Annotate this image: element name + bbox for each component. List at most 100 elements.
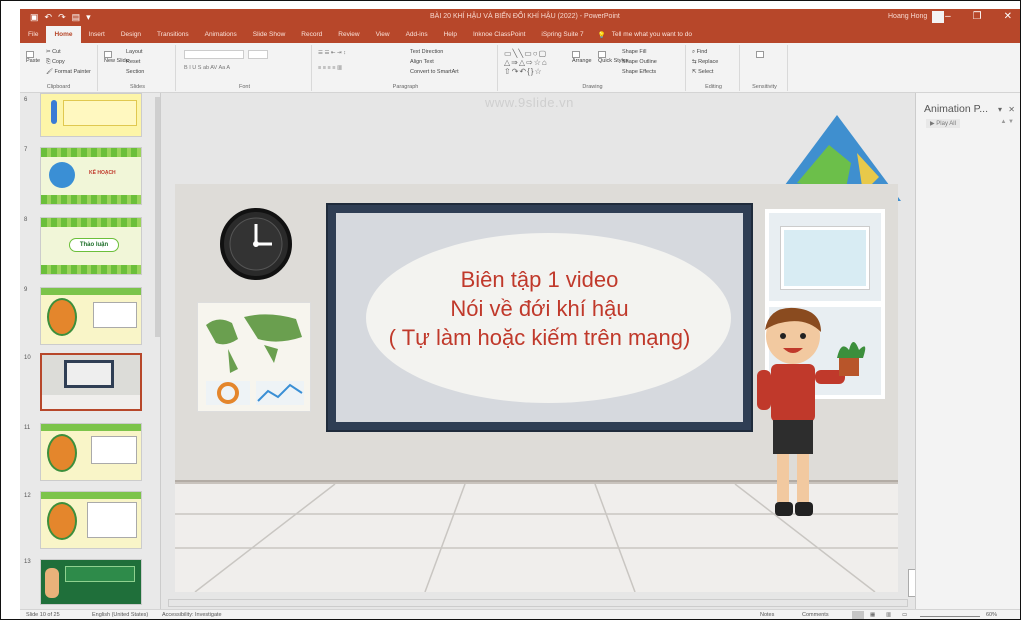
tab-transitions[interactable]: Transitions: [149, 26, 197, 43]
font-size-combo[interactable]: [248, 50, 268, 59]
accessibility-indicator[interactable]: Accessibility: Investigate: [162, 612, 222, 618]
restore-button[interactable]: ❐: [973, 11, 982, 22]
language-indicator[interactable]: English (United States): [92, 612, 148, 618]
slide-thumbnail-11[interactable]: [40, 423, 142, 481]
thumb-number: 6: [24, 97, 28, 103]
thumb-textbox: [93, 302, 137, 328]
pane-options-icon[interactable]: ▾: [998, 105, 1002, 114]
thumb-caption: Thảo luận: [69, 238, 119, 252]
close-button[interactable]: ✕: [1004, 11, 1012, 22]
find-button[interactable]: ⌕ Find: [692, 49, 707, 56]
slide-textbox[interactable]: Biên tập 1 video Nói về đới khí hậu ( Tự…: [336, 265, 743, 352]
arrange-button[interactable]: Arrange: [572, 51, 592, 64]
slideshow-view-icon[interactable]: ▭: [902, 612, 907, 618]
select-button[interactable]: ⇱ Select: [692, 69, 713, 75]
format-painter-button[interactable]: 🖌 Format Painter: [46, 69, 91, 75]
slide-thumbnails-pane[interactable]: 6 7 KẾ HOẠCH 8 Thảo luận 9 10 11 12 13: [20, 93, 161, 609]
thumb-leaves: [41, 148, 141, 157]
slide-thumbnail-9[interactable]: [40, 287, 142, 345]
tab-review[interactable]: Review: [330, 26, 367, 43]
save-icon[interactable]: ▣: [30, 12, 39, 23]
thumb-globe-diagram: [47, 434, 77, 472]
tab-help[interactable]: Help: [436, 26, 465, 43]
avatar[interactable]: [932, 11, 944, 23]
arrange-icon: [572, 51, 580, 58]
layout-button[interactable]: Layout: [126, 49, 143, 55]
slide-thumbnail-7[interactable]: KẾ HOẠCH: [40, 147, 142, 205]
sensitivity-icon: [756, 51, 764, 58]
tab-animations[interactable]: Animations: [197, 26, 245, 43]
section-button[interactable]: Section: [126, 69, 144, 75]
copy-button[interactable]: ⎘ Copy: [46, 59, 65, 66]
tab-record[interactable]: Record: [293, 26, 330, 43]
group-label-editing: Editing: [705, 84, 722, 90]
font-format-buttons[interactable]: B I U S ab AV Aa A: [184, 65, 230, 71]
thumb-character: [45, 568, 59, 598]
tab-design[interactable]: Design: [113, 26, 149, 43]
tab-ispring[interactable]: iSpring Suite 7: [533, 26, 591, 43]
cut-button[interactable]: ✂ Cut: [46, 49, 61, 55]
clock-icon: [229, 217, 283, 271]
thumb-character: [51, 100, 57, 124]
shape-fill-button[interactable]: Shape Fill: [622, 49, 646, 55]
customize-icon[interactable]: ▾: [86, 12, 91, 23]
horizontal-scrollbar[interactable]: [168, 599, 908, 607]
slide-thumbnail-6[interactable]: [40, 93, 142, 137]
group-label-sensitivity: Sensitivity: [752, 84, 777, 90]
reorder-arrows[interactable]: ▲ ▼: [1000, 119, 1014, 125]
tab-add-ins[interactable]: Add-ins: [398, 26, 436, 43]
thumb-grass: [41, 195, 141, 204]
quick-access-toolbar: ▣ ↶ ↷ ▤ ▾: [30, 12, 91, 23]
tab-home[interactable]: Home: [46, 26, 81, 43]
align-text-button[interactable]: Align Text: [410, 59, 434, 65]
slide-thumbnail-10[interactable]: [40, 353, 142, 411]
text-direction-button[interactable]: Text Direction: [410, 49, 443, 55]
font-name-combo[interactable]: [184, 50, 244, 59]
zoom-slider[interactable]: [920, 616, 980, 617]
thumb-floor: [42, 395, 140, 409]
thumb-number: 8: [24, 217, 28, 223]
list-buttons[interactable]: ☰ ☰ ⇤ ⇥ ↕: [318, 50, 346, 56]
play-all-button[interactable]: ▶ Play All: [926, 119, 960, 128]
thumb-number: 9: [24, 287, 28, 293]
reset-button[interactable]: Reset: [126, 59, 140, 65]
slide-thumbnail-12[interactable]: [40, 491, 142, 549]
shape-effects-button[interactable]: Shape Effects: [622, 69, 656, 75]
reading-view-icon[interactable]: ▥: [886, 612, 891, 618]
align-buttons[interactable]: ≡ ≡ ≡ ≡ ▥: [318, 65, 342, 71]
thumb-textbox: [65, 566, 135, 582]
slide-sorter-icon[interactable]: ▦: [870, 612, 875, 618]
present-icon[interactable]: ▤: [72, 12, 81, 23]
minimize-button[interactable]: –: [945, 11, 951, 22]
user-name[interactable]: Hoang Hong: [888, 13, 927, 20]
zoom-level[interactable]: 60%: [986, 612, 997, 618]
slide-text-line-3: ( Tự làm hoặc kiếm trên mạng): [388, 325, 691, 350]
tab-file[interactable]: File: [20, 26, 46, 43]
tab-insert[interactable]: Insert: [81, 26, 113, 43]
replace-button[interactable]: ⇆ Replace: [692, 59, 718, 65]
tab-classpoint[interactable]: Inknoe ClassPoint: [465, 26, 533, 43]
slide-thumbnail-13[interactable]: [40, 559, 142, 605]
close-icon[interactable]: ✕: [1008, 105, 1015, 114]
thumb-globe-diagram: [47, 502, 77, 540]
sensitivity-button[interactable]: [756, 51, 766, 58]
shape-outline-button[interactable]: Shape Outline: [622, 59, 657, 65]
tab-slide-show[interactable]: Slide Show: [245, 26, 294, 43]
tell-me-search[interactable]: Tell me what you want to do: [612, 31, 692, 38]
thumb-number: 10: [24, 355, 31, 361]
slide-thumbnail-8[interactable]: Thảo luận: [40, 217, 142, 275]
notes-button[interactable]: Notes: [760, 612, 774, 618]
undo-icon[interactable]: ↶: [45, 12, 53, 23]
quick-styles-icon: [598, 51, 606, 58]
paste-button[interactable]: Paste: [26, 51, 40, 64]
normal-view-icon[interactable]: [852, 611, 864, 619]
current-slide[interactable]: Biên tập 1 video Nói về đới khí hậu ( Tự…: [175, 184, 898, 592]
redo-icon[interactable]: ↷: [58, 12, 66, 23]
convert-smartart-button[interactable]: Convert to SmartArt: [410, 69, 459, 75]
shapes-gallery[interactable]: ▭╲╲▭○▢ △⇒△⇨☆⌂ ⇧↷↶{}☆: [504, 49, 548, 76]
tab-view[interactable]: View: [368, 26, 398, 43]
thumb-textbox: [63, 100, 137, 126]
comments-button[interactable]: Comments: [802, 612, 829, 618]
title-bar: ▣ ↶ ↷ ▤ ▾ BÀI 20 KHÍ HẬU VÀ BIẾN ĐỔI KHÍ…: [20, 9, 1020, 26]
thumbnails-scrollbar[interactable]: [155, 97, 160, 337]
